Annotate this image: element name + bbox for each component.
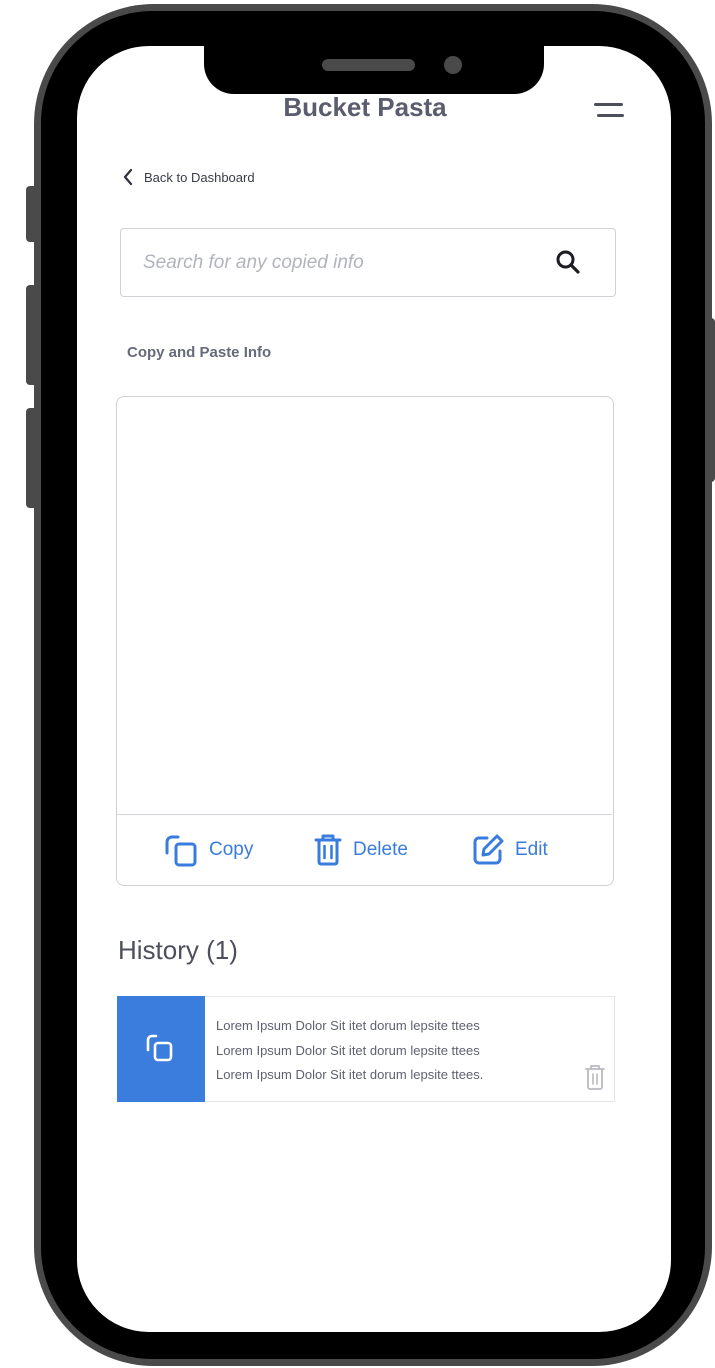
delete-button[interactable]: Delete [313,829,408,871]
history-title: History (1) [118,935,238,965]
history-item-line: Lorem Ipsum Dolor Sit itet dorum lepsite… [216,1042,480,1058]
front-camera [444,56,462,74]
search-bar [120,228,616,297]
delete-button-label: Delete [353,839,408,860]
copy-icon [146,1034,173,1062]
speaker-grille [322,59,415,71]
paste-panel: Copy Delete Edit [116,396,614,886]
paste-panel-divider [117,814,612,815]
app-title: Bucket Pasta [283,92,447,122]
chevron-left-icon [123,168,133,186]
paste-text-area[interactable] [117,397,612,814]
back-to-dashboard-link[interactable]: Back to Dashboard [122,166,255,188]
trash-icon[interactable] [584,1063,606,1091]
edit-button-label: Edit [515,839,548,860]
edit-icon [473,834,504,865]
menu-icon[interactable] [594,101,624,121]
search-icon[interactable] [555,249,581,275]
search-input[interactable] [141,229,545,297]
copy-icon [165,835,197,867]
history-item[interactable]: Lorem Ipsum Dolor Sit itet dorum lepsite… [117,996,615,1102]
paste-section-label: Copy and Paste Info [127,344,272,361]
history-item-text: Lorem Ipsum Dolor Sit itet dorum lepsite… [216,1014,576,1088]
history-copy-thumb[interactable] [117,996,205,1102]
trash-icon [314,834,342,866]
history-item-line: Lorem Ipsum Dolor Sit itet dorum lepsite… [216,1067,484,1082]
copy-button[interactable]: Copy [163,829,253,871]
edit-button[interactable]: Edit [471,829,548,871]
back-link-label: Back to Dashboard [144,169,255,185]
history-item-line: Lorem Ipsum Dolor Sit itet dorum lepsite… [216,1018,480,1033]
copy-button-label: Copy [209,839,254,860]
